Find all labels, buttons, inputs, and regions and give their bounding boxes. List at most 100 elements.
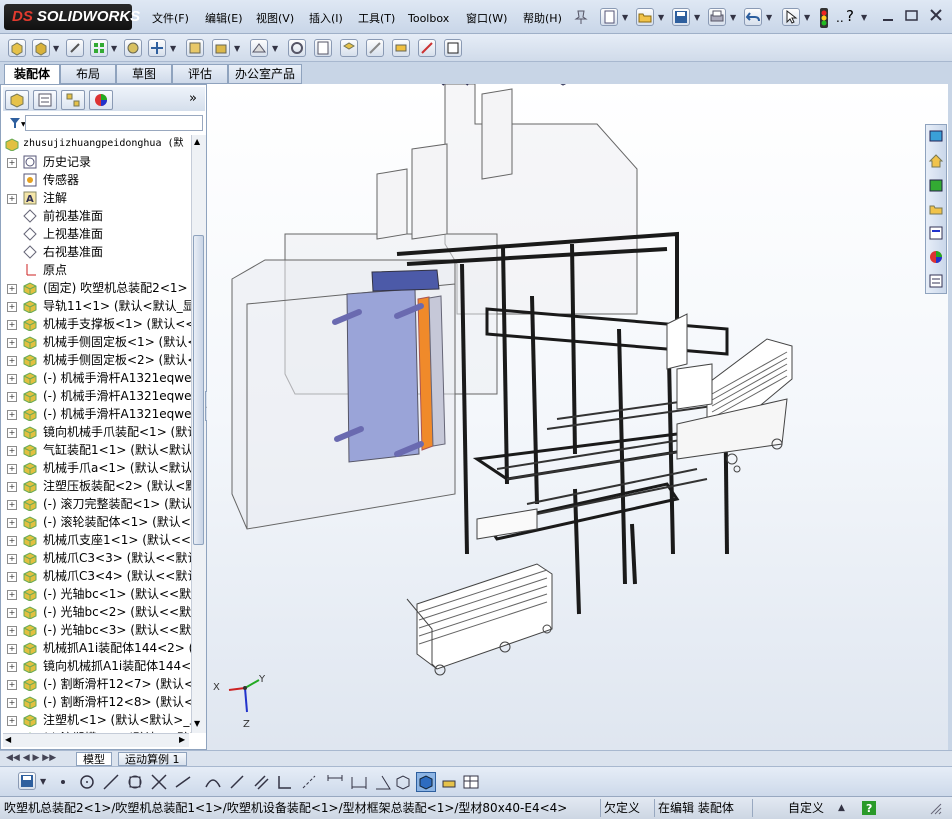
viewport-restore-icon[interactable] <box>901 84 915 87</box>
expand-toggle-icon[interactable]: + <box>7 356 17 366</box>
explode-line-sketch-icon[interactable] <box>366 39 384 57</box>
menu-help[interactable]: 帮助(H) <box>523 10 562 28</box>
help-icon[interactable]: ? <box>846 7 854 25</box>
expand-toggle-icon[interactable]: + <box>7 644 17 654</box>
circle-icon[interactable] <box>78 773 96 794</box>
point-icon[interactable] <box>58 776 68 790</box>
smart-fasteners-icon[interactable] <box>124 39 142 57</box>
tab-layout[interactable]: 布局 <box>60 64 116 84</box>
move-component-icon[interactable] <box>148 39 166 57</box>
hidden-lines-icon[interactable] <box>440 773 458 794</box>
expand-toggle-icon[interactable]: + <box>7 608 17 618</box>
print-icon[interactable] <box>708 8 726 26</box>
pattern-icon[interactable] <box>90 39 108 57</box>
menu-edit[interactable]: 编辑(E) <box>205 10 243 28</box>
new-part-icon[interactable] <box>32 39 50 57</box>
new-motion-study-icon[interactable] <box>288 39 306 57</box>
status-units[interactable]: 自定义 <box>788 799 838 817</box>
resize-grip-icon[interactable] <box>928 801 942 818</box>
appearance-icon[interactable] <box>627 84 643 89</box>
filter-icon[interactable]: ▼ <box>9 117 26 132</box>
expand-toggle-icon[interactable]: + <box>7 446 17 456</box>
menu-file[interactable]: 文件(F) <box>152 10 189 28</box>
display-style-icon[interactable] <box>591 84 607 89</box>
chevron-down-icon[interactable]: ▼ <box>40 777 46 786</box>
mirror-icon[interactable] <box>174 773 192 794</box>
chevron-down-icon[interactable]: ▼ <box>53 44 59 53</box>
overflow-icon[interactable]: .. <box>836 9 844 27</box>
zoom-area-icon[interactable] <box>453 84 469 89</box>
chevron-down-icon[interactable]: ▼ <box>694 13 700 22</box>
tab-evaluate[interactable]: 评估 <box>172 64 228 84</box>
restore-icon[interactable] <box>904 8 920 25</box>
design-library-icon[interactable] <box>928 177 944 196</box>
menu-toolbox[interactable]: Toolbox <box>408 10 449 28</box>
expand-toggle-icon[interactable]: + <box>7 518 17 528</box>
expand-toggle-icon[interactable]: + <box>7 284 17 294</box>
chevron-down-icon[interactable]: ▼ <box>766 13 772 22</box>
bill-of-materials-icon[interactable] <box>314 39 332 57</box>
polygon-icon[interactable] <box>126 773 144 794</box>
menu-tools[interactable]: 工具(T) <box>358 10 395 28</box>
viewport-minimize-icon[interactable] <box>879 84 893 87</box>
tree-horizontal-scrollbar[interactable]: ◀ ▶ <box>3 733 189 747</box>
reference-geometry-icon[interactable] <box>250 39 268 57</box>
tab-model[interactable]: 模型 <box>76 752 112 766</box>
new-document-icon[interactable] <box>600 8 618 26</box>
trim-icon[interactable] <box>150 773 168 794</box>
chevron-down-icon[interactable]: ▼ <box>272 44 278 53</box>
chevron-down-icon[interactable]: ▼ <box>111 44 117 53</box>
expand-toggle-icon[interactable]: + <box>7 572 17 582</box>
assembly-features-icon[interactable] <box>212 39 230 57</box>
tree-scroll-thumb[interactable] <box>193 235 204 545</box>
expand-toggle-icon[interactable]: + <box>7 698 17 708</box>
expand-toggle-icon[interactable]: + <box>7 662 17 672</box>
undo-icon[interactable] <box>744 8 762 26</box>
chevron-down-icon[interactable]: ▼ <box>622 13 628 22</box>
open-folder-icon[interactable] <box>636 8 654 26</box>
expand-toggle-icon[interactable]: + <box>7 482 17 492</box>
filter-input[interactable] <box>25 115 203 131</box>
menu-insert[interactable]: 插入(I) <box>309 10 343 28</box>
viewport-close-icon[interactable] <box>925 84 939 87</box>
close-icon[interactable] <box>928 8 944 25</box>
horizontal-dimension-icon[interactable] <box>350 773 368 794</box>
home-icon[interactable] <box>928 153 944 172</box>
show-hidden-icon[interactable] <box>186 39 204 57</box>
expand-toggle-icon[interactable]: + <box>7 536 17 546</box>
exploded-view-icon[interactable] <box>340 39 358 57</box>
scroll-right-icon[interactable]: ▶ <box>179 735 185 744</box>
previous-view-icon[interactable] <box>477 84 493 89</box>
tab-motion-study-1[interactable]: 运动算例 1 <box>118 752 187 766</box>
solidworks-logo[interactable]: DS SOLIDWORKS <box>4 4 140 30</box>
minimize-icon[interactable] <box>880 10 896 27</box>
chevron-down-icon[interactable]: ▼ <box>804 13 810 22</box>
solidworks-resources-icon[interactable] <box>928 129 944 148</box>
tab-nav-arrows-icon[interactable]: ◀◀ ◀ ▶ ▶▶ <box>6 753 56 763</box>
angle-icon[interactable] <box>374 773 392 794</box>
property-manager-tab-icon[interactable] <box>33 90 57 110</box>
expand-toggle-icon[interactable]: + <box>7 158 17 168</box>
select-cursor-icon[interactable] <box>782 8 800 26</box>
expand-toggle-icon[interactable]: + <box>7 716 17 726</box>
file-explorer-icon[interactable] <box>928 201 944 220</box>
menu-window[interactable]: 窗口(W) <box>466 10 507 28</box>
expand-toggle-icon[interactable]: + <box>7 428 17 438</box>
expand-toggle-icon[interactable]: + <box>7 410 17 420</box>
tab-sketch[interactable]: 草图 <box>116 64 172 84</box>
rebuild-icon[interactable] <box>818 8 830 31</box>
line-icon[interactable] <box>102 773 120 794</box>
appearances-icon[interactable] <box>928 249 944 268</box>
expand-toggle-icon[interactable]: + <box>7 500 17 510</box>
expand-toggle-icon[interactable]: + <box>7 302 17 312</box>
graphics-viewport[interactable]: X Y Z <box>207 84 948 750</box>
expand-toggle-icon[interactable]: + <box>7 392 17 402</box>
menu-view[interactable]: 视图(V) <box>256 10 294 28</box>
insert-component-icon[interactable] <box>8 39 26 57</box>
custom-properties-icon[interactable] <box>928 273 944 292</box>
toggle-feature-manager-icon[interactable] <box>444 39 462 57</box>
expand-toggle-icon[interactable]: + <box>7 374 17 384</box>
offset-entities-icon[interactable] <box>252 773 270 794</box>
scene-icon[interactable] <box>653 84 669 89</box>
view-settings-icon[interactable] <box>689 84 705 89</box>
